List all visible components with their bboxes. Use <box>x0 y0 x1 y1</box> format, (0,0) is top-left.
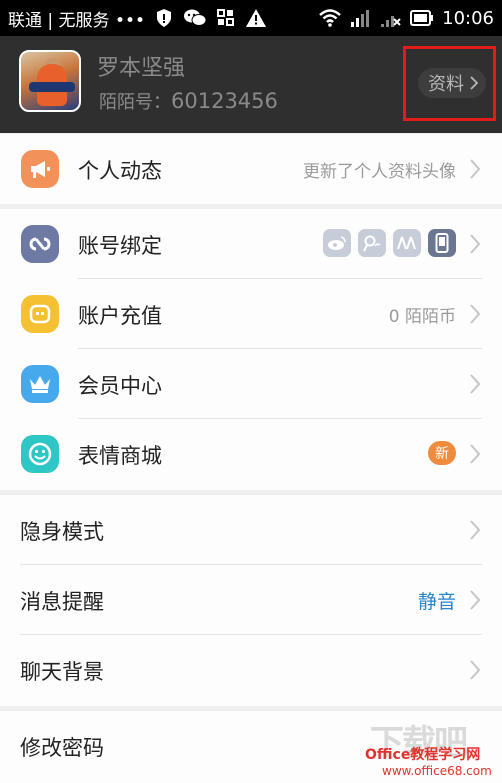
signal-icon <box>350 8 372 28</box>
avatar[interactable] <box>19 50 81 112</box>
carrier-text: 联通 | 无服务 ••• <box>8 10 146 31</box>
menu-row-personal-feed[interactable]: 个人动态 更新了个人资料头像 <box>0 134 502 204</box>
momo-id-label: 陌陌号： <box>99 92 171 113</box>
menu-row-chat-background[interactable]: 聊天背景 <box>0 635 502 705</box>
chevron-right-icon <box>470 590 481 610</box>
menu-label: 修改密码 <box>20 736 104 760</box>
menu-row-notifications[interactable]: 消息提醒 静音 <box>0 565 502 635</box>
menu-label: 账号绑定 <box>78 234 162 258</box>
phone-icon <box>428 229 456 257</box>
smiley-icon <box>21 435 59 473</box>
feed-section: 个人动态 更新了个人资料头像 <box>0 134 502 204</box>
status-bar: 联通 | 无服务 ••• 10:06 <box>0 0 502 36</box>
menu-value: 静音 <box>417 591 456 613</box>
shield-alert-icon <box>155 8 173 28</box>
settings-section: 隐身模式 消息提醒 静音 聊天背景 <box>0 495 502 706</box>
menu-label: 隐身模式 <box>20 520 104 544</box>
chevron-right-icon <box>470 234 481 254</box>
wechat-icon <box>183 8 207 28</box>
coin-icon <box>21 295 59 333</box>
bound-accounts <box>323 229 456 257</box>
profile-name: 罗本坚强 <box>97 56 186 81</box>
renren-icon <box>393 229 421 257</box>
weibo-icon <box>323 229 351 257</box>
menu-row-change-password[interactable]: 修改密码 <box>0 711 502 781</box>
wifi-icon <box>318 8 342 28</box>
chevron-right-icon <box>470 520 481 540</box>
menu-label: 消息提醒 <box>20 590 104 614</box>
account-section: 账号绑定 账户充值 0 陌陌币 会员中心 表情商城 新 <box>0 209 502 490</box>
chevron-right-icon <box>470 159 481 179</box>
megaphone-icon <box>21 150 59 188</box>
new-badge: 新 <box>428 441 456 465</box>
menu-label: 会员中心 <box>78 374 162 398</box>
chevron-right-icon <box>470 304 481 324</box>
momo-id-value: 60123456 <box>171 89 278 113</box>
menu-row-vip-center[interactable]: 会员中心 <box>0 349 502 419</box>
menu-label: 表情商城 <box>78 444 162 468</box>
link-icon <box>21 225 59 263</box>
menu-row-recharge[interactable]: 账户充值 0 陌陌币 <box>0 279 502 349</box>
battery-icon <box>410 10 434 26</box>
warning-icon <box>245 8 267 28</box>
menu-row-sticker-store[interactable]: 表情商城 新 <box>0 419 502 489</box>
highlight-box <box>403 46 496 121</box>
menu-row-account-binding[interactable]: 账号绑定 <box>0 209 502 279</box>
signal-off-icon <box>380 8 402 28</box>
chevron-right-icon <box>470 374 481 394</box>
menu-label: 个人动态 <box>78 159 162 183</box>
security-section: 修改密码 <box>0 711 502 783</box>
grid-app-icon <box>217 9 235 27</box>
menu-value: 更新了个人资料头像 <box>303 162 456 182</box>
chevron-right-icon <box>470 444 481 464</box>
crown-icon <box>21 365 59 403</box>
menu-value: 0 陌陌币 <box>388 307 456 327</box>
clock-time: 10:06 <box>442 7 494 29</box>
menu-label: 账户充值 <box>78 304 162 328</box>
chevron-right-icon <box>470 660 481 680</box>
momo-id: 陌陌号：60123456 <box>99 88 278 114</box>
menu-row-invisible-mode[interactable]: 隐身模式 <box>0 495 502 565</box>
menu-label: 聊天背景 <box>20 660 104 684</box>
qq-weibo-icon <box>358 229 386 257</box>
